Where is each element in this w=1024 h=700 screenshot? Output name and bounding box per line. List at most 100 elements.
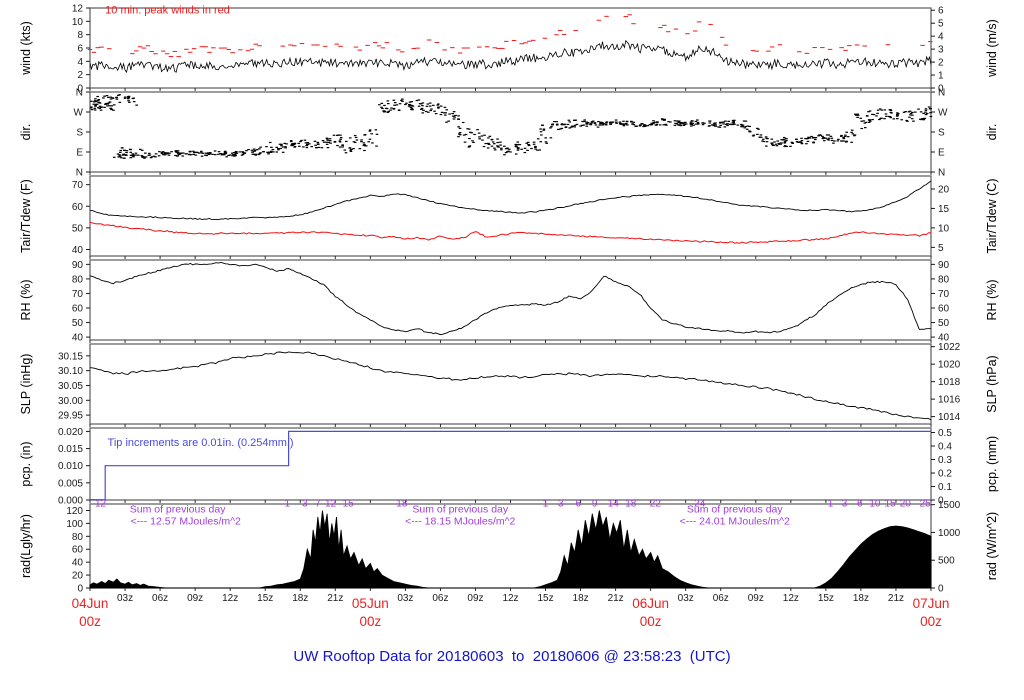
svg-text:1014: 1014 — [938, 412, 961, 423]
x-major-date: 04Jun — [72, 596, 109, 611]
rad-cumulative-number: 15 — [885, 498, 897, 509]
svg-text:80: 80 — [938, 274, 950, 285]
rad-cumulative-number: 1 — [285, 498, 291, 509]
wind-left-axis-label: wind (kts) — [19, 21, 33, 75]
rad-cumulative-number: 18 — [625, 498, 637, 509]
rad-annotation: Sum of previous day — [687, 503, 783, 515]
rh-right-axis-label: RH (%) — [985, 280, 999, 321]
svg-text:0.1: 0.1 — [938, 482, 952, 493]
rad-annotation: Sum of previous day — [412, 503, 508, 515]
wind-average — [89, 39, 932, 74]
x-major-hour: 00z — [79, 614, 101, 629]
x-minor-label: 06z — [713, 593, 729, 604]
svg-text:20: 20 — [938, 184, 950, 195]
x-minor-label: 15z — [537, 593, 553, 604]
relative-humidity — [89, 262, 932, 336]
rad-cumulative-number: 3 — [842, 498, 848, 509]
rad-cumulative-number: 18 — [396, 498, 408, 509]
svg-text:N: N — [938, 88, 945, 99]
svg-text:70: 70 — [938, 289, 950, 300]
rad-cumulative-number: 1 — [828, 498, 834, 509]
tair — [89, 180, 932, 221]
svg-text:90: 90 — [72, 260, 84, 271]
svg-text:0.2: 0.2 — [938, 469, 952, 480]
x-minor-label: 18z — [573, 593, 589, 604]
x-major-date: 07Jun — [913, 596, 950, 611]
svg-text:1016: 1016 — [938, 395, 961, 406]
rad-cumulative-number: 3 — [558, 498, 564, 509]
svg-text:6: 6 — [77, 44, 83, 55]
svg-text:0.5: 0.5 — [938, 428, 952, 439]
svg-text:30.00: 30.00 — [58, 396, 83, 407]
x-minor-label: 06z — [432, 593, 448, 604]
svg-text:2: 2 — [938, 58, 944, 69]
svg-text:1000: 1000 — [938, 528, 961, 539]
x-minor-label: 18z — [292, 593, 308, 604]
rad-left-axis-label: rad(Lgly/hr) — [19, 514, 33, 578]
svg-text:40: 40 — [72, 558, 84, 569]
svg-text:15: 15 — [938, 204, 950, 215]
sea-level-pressure — [89, 351, 932, 421]
rad-cumulative-number: 14 — [608, 498, 620, 509]
figure-title: UW Rooftop Data for 20180603 to 20180606… — [293, 648, 731, 665]
rad-cumulative-number: 1 — [543, 498, 549, 509]
svg-text:8: 8 — [77, 30, 83, 41]
svg-text:1022: 1022 — [938, 342, 961, 353]
temp-left-axis-label: Tair/Tdew (F) — [19, 179, 33, 253]
x-minor-label: 12z — [783, 593, 799, 604]
svg-text:12: 12 — [72, 4, 84, 15]
x-minor-label: 15z — [257, 593, 273, 604]
svg-text:0.3: 0.3 — [938, 455, 952, 466]
svg-text:500: 500 — [938, 556, 955, 567]
svg-text:E: E — [938, 148, 945, 159]
panel-wind: 0246810120123456wind (kts) wind (m/s)10 m… — [19, 4, 999, 95]
svg-text:W: W — [74, 108, 84, 119]
svg-text:4: 4 — [938, 32, 944, 43]
slp-left-axis-label: SLP (inHg) — [19, 354, 33, 415]
rad-annotation: <--- 24.01 MJoules/m^2 — [680, 516, 790, 528]
rad-cumulative-number: 15 — [343, 498, 355, 509]
rad-cumulative-number: 6 — [575, 498, 581, 509]
svg-text:60: 60 — [72, 304, 84, 315]
svg-text:3: 3 — [938, 45, 944, 56]
rad-cumulative-number: 25 — [920, 498, 932, 509]
rad-cumulative-number: 6 — [857, 498, 863, 509]
svg-text:0.015: 0.015 — [58, 444, 83, 455]
svg-text:30.15: 30.15 — [58, 351, 83, 362]
svg-text:40: 40 — [72, 245, 84, 256]
svg-text:40: 40 — [72, 333, 84, 344]
svg-text:0: 0 — [77, 584, 83, 595]
svg-text:1500: 1500 — [938, 500, 961, 511]
pcp-annotation: Tip increments are 0.01in. (0.254mm.) — [108, 437, 294, 449]
svg-text:60: 60 — [938, 304, 950, 315]
rad-annotation: <--- 18.15 MJoules/m^2 — [405, 516, 515, 528]
x-minor-label: 03z — [678, 593, 694, 604]
x-minor-label: 21z — [608, 593, 624, 604]
svg-text:4: 4 — [77, 57, 83, 68]
rad-cumulative-number: 20 — [900, 498, 912, 509]
x-major-hour: 00z — [920, 614, 942, 629]
rad-cumulative-number: 3 — [302, 498, 308, 509]
x-major-date: 05Jun — [352, 596, 389, 611]
rad-cumulative-number: 12 — [95, 498, 107, 509]
svg-text:W: W — [938, 108, 948, 119]
panel-pcp: 0.0000.0050.0100.0150.02000.10.20.30.40.… — [19, 427, 999, 507]
svg-text:80: 80 — [72, 532, 84, 543]
x-minor-label: 09z — [467, 593, 483, 604]
rad-cumulative-number: 22 — [650, 498, 662, 509]
svg-text:30.05: 30.05 — [58, 381, 83, 392]
temp-right-axis-label: Tair/Tdew (C) — [985, 178, 999, 253]
svg-text:50: 50 — [72, 318, 84, 329]
rad-cumulative-number: 9 — [592, 498, 598, 509]
svg-text:50: 50 — [72, 223, 84, 234]
svg-text:60: 60 — [72, 545, 84, 556]
rad-cumulative-number: 10 — [869, 498, 881, 509]
svg-text:29.95: 29.95 — [58, 411, 83, 422]
x-minor-label: 21z — [327, 593, 343, 604]
weather-dashboard: 0 2 4 6 8 10 12 0 1 2 3 4 5 6 wind (kts) wind (m/s) 10 m… — [0, 0, 1024, 700]
dir-left-axis-label: dir. — [19, 124, 33, 141]
svg-text:N: N — [76, 88, 83, 99]
x-minor-label: 03z — [397, 593, 413, 604]
x-major-date: 06Jun — [632, 596, 669, 611]
panel-rh: 405060708090405060708090RH (%) RH (%) — [19, 259, 999, 344]
